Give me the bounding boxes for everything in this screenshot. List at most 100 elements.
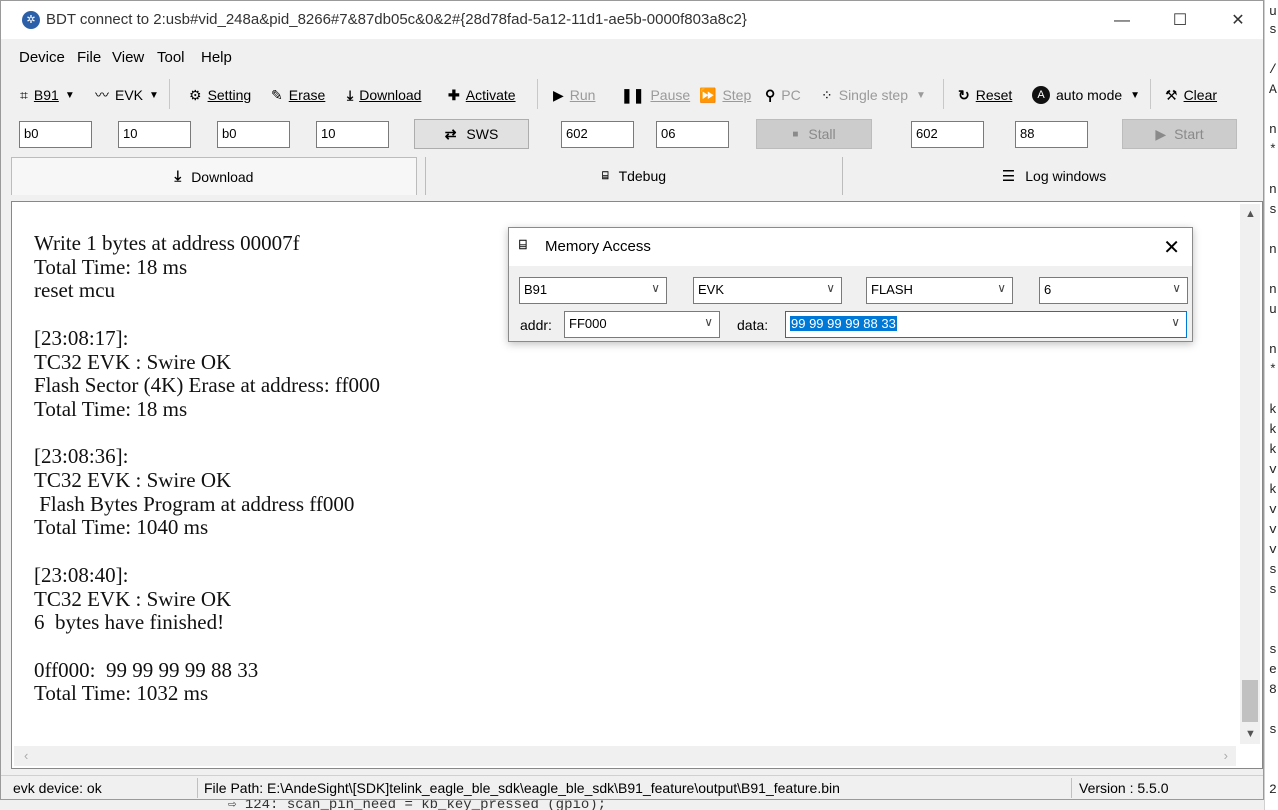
bg-char: u <box>1269 4 1277 19</box>
memory-type-select[interactable]: FLASH ∨ <box>866 277 1013 304</box>
stall-button[interactable]: ■ Stall <box>756 119 872 149</box>
param-field-8[interactable]: 88 <box>1015 121 1088 148</box>
scroll-up-icon[interactable]: ▲ <box>1245 208 1256 220</box>
menu-device[interactable]: Device <box>19 49 65 66</box>
param-field-4[interactable]: 10 <box>316 121 389 148</box>
bg-char: * <box>1269 362 1277 377</box>
erase-button[interactable]: ✎ Erase <box>271 83 325 107</box>
memory-type-value: FLASH <box>871 282 913 297</box>
status-divider <box>1071 778 1072 798</box>
title-bar[interactable]: ✲ BDT connect to 2:usb#vid_248a&pid_8266… <box>1 1 1263 39</box>
dialog-title: Memory Access <box>545 238 651 255</box>
stop-icon: ■ <box>792 128 799 140</box>
byte-count-select[interactable]: 6 ∨ <box>1039 277 1188 304</box>
background-editor-edge: u s / A n * n s n n u n * k k k v k v v … <box>1264 0 1278 810</box>
scroll-right-icon[interactable]: › <box>1224 748 1228 763</box>
pause-icon: ❚❚ <box>621 86 645 103</box>
bg-char: * <box>1269 142 1277 157</box>
bg-char: n <box>1269 242 1277 257</box>
bg-char: s <box>1269 582 1277 597</box>
toolbar-separator <box>943 79 944 109</box>
pc-label: PC <box>781 87 801 103</box>
data-combo[interactable]: 99 99 99 99 88 33 ∨ <box>785 311 1187 338</box>
pause-button[interactable]: ❚❚ Pause <box>621 83 690 107</box>
pc-button[interactable]: ⚲ PC <box>765 83 801 107</box>
single-step-label: Single step <box>838 87 909 103</box>
menu-tool[interactable]: Tool <box>157 49 185 66</box>
tab-tdebug[interactable]: ⌸ Tdebug <box>425 157 843 195</box>
param-field-3[interactable]: b0 <box>217 121 290 148</box>
binary-icon: ⌸ <box>519 237 527 252</box>
bg-char: n <box>1269 342 1277 357</box>
bg-char: v <box>1269 542 1277 557</box>
addr-value: FF000 <box>569 316 607 331</box>
bg-char: k <box>1269 482 1277 497</box>
file-path: File Path: E:\AndeSight\[SDK]telink_eagl… <box>204 780 840 796</box>
clear-label: Clear <box>1183 87 1218 103</box>
addr-select[interactable]: FF000 ∨ <box>564 311 720 338</box>
menu-view[interactable]: View <box>112 49 144 66</box>
download-label: Download <box>359 87 422 103</box>
run-label: Run <box>569 87 596 103</box>
setting-button[interactable]: ⚙ Setting <box>189 83 251 107</box>
bdt-main-window: ✲ BDT connect to 2:usb#vid_248a&pid_8266… <box>0 0 1264 800</box>
dialog-title-bar[interactable]: ⌸ Memory Access ✕ <box>509 228 1192 266</box>
menu-help[interactable]: Help <box>201 49 232 66</box>
single-step-button[interactable]: ⁘ Single step ▼ <box>821 83 926 107</box>
chip-select-button[interactable]: ⌗ B91 ▼ <box>20 83 75 107</box>
param-field-6[interactable]: 06 <box>656 121 729 148</box>
auto-mode-button[interactable]: Aauto mode ▼ <box>1032 83 1140 107</box>
start-label: Start <box>1174 126 1204 142</box>
bg-char: A <box>1269 82 1277 97</box>
tab-log-label: Log windows <box>1025 168 1107 184</box>
tab-tdebug-label: Tdebug <box>618 168 667 184</box>
window-title: BDT connect to 2:usb#vid_248a&pid_8266#7… <box>46 11 747 28</box>
app-logo-icon: ✲ <box>22 11 40 29</box>
download-icon: ⤓ <box>347 86 354 103</box>
board-select-button[interactable]: 〰 EVK ▼ <box>95 83 159 107</box>
chevron-down-icon: ∨ <box>651 281 660 295</box>
sws-button[interactable]: ⇄ SWS <box>414 119 529 149</box>
chevron-down-icon: ▼ <box>916 89 926 101</box>
board-select[interactable]: EVK ∨ <box>693 277 842 304</box>
minimize-button[interactable]: — <box>1099 7 1145 35</box>
erase-label: Erase <box>288 87 326 103</box>
activate-button[interactable]: ✚ Activate <box>448 83 516 107</box>
toolbar-separator <box>169 79 170 109</box>
toolbar-separator <box>537 79 538 109</box>
menu-file[interactable]: File <box>77 49 101 66</box>
bg-char: n <box>1269 282 1277 297</box>
clear-button[interactable]: ⚒ Clear <box>1165 83 1217 107</box>
chip-icon: ⌗ <box>20 86 28 103</box>
param-field-7[interactable]: 602 <box>911 121 984 148</box>
param-field-2[interactable]: 10 <box>118 121 191 148</box>
sync-icon: ⇄ <box>444 125 457 142</box>
toolbar: ⌗ B91 ▼ 〰 EVK ▼ ⚙ Setting ✎ Erase ⤓ Download ✚ A… <box>1 77 1263 111</box>
horizontal-scrollbar[interactable]: ‹ › <box>14 746 1236 766</box>
gear-icon: ⚙ <box>189 86 202 103</box>
chip-select[interactable]: B91 ∨ <box>519 277 667 304</box>
vertical-scrollbar[interactable]: ▲ ▼ <box>1240 204 1260 744</box>
reset-button[interactable]: ↻ Reset <box>958 83 1012 107</box>
step-button[interactable]: ⏩ Step <box>699 83 751 107</box>
maximize-button[interactable]: ☐ <box>1157 7 1203 35</box>
dialog-close-button[interactable]: ✕ <box>1163 235 1180 260</box>
param-field-5[interactable]: 602 <box>561 121 634 148</box>
bg-char: n <box>1269 122 1277 137</box>
bg-char: k <box>1269 422 1277 437</box>
run-button[interactable]: ▶ Run <box>553 83 595 107</box>
tab-log-windows[interactable]: ☰ Log windows <box>845 157 1263 195</box>
tab-download[interactable]: ⤓ Download <box>11 157 417 195</box>
bg-char: v <box>1269 502 1277 517</box>
close-button[interactable]: ✕ <box>1215 7 1261 35</box>
scroll-down-icon[interactable]: ▼ <box>1245 728 1256 740</box>
scrollbar-thumb[interactable] <box>1242 680 1258 722</box>
param-field-1[interactable]: b0 <box>19 121 92 148</box>
chevron-down-icon: ∨ <box>826 281 835 295</box>
download-button[interactable]: ⤓ Download <box>347 83 421 107</box>
bg-char: 8 <box>1269 682 1277 697</box>
start-button[interactable]: ▶ Start <box>1122 119 1237 149</box>
data-value: 99 99 99 99 88 33 <box>790 316 897 331</box>
scroll-left-icon[interactable]: ‹ <box>24 748 28 763</box>
reset-icon: ↻ <box>958 86 970 103</box>
